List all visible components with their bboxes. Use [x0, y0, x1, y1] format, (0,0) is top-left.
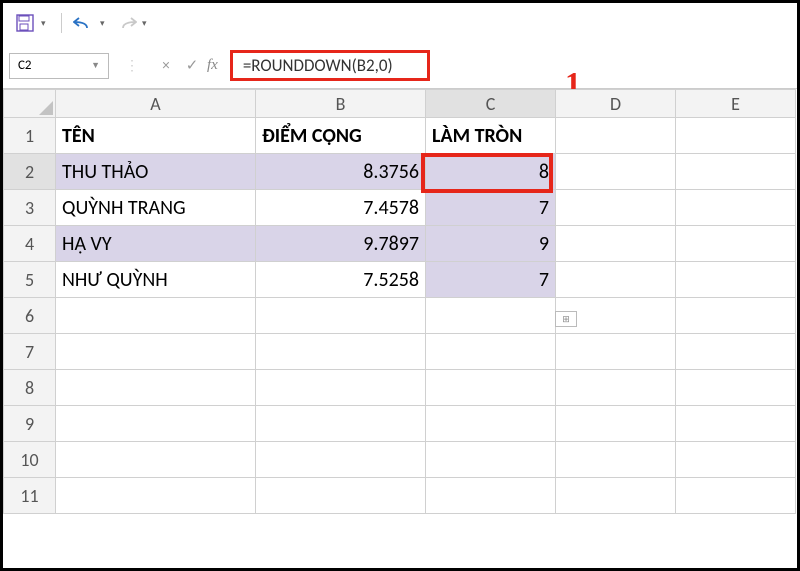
cell-E7[interactable]: [676, 334, 796, 370]
cell-D11[interactable]: [556, 478, 676, 514]
row-header-4[interactable]: 4: [4, 226, 56, 262]
cancel-icon[interactable]: ×: [155, 57, 177, 75]
chevron-down-icon[interactable]: ▾: [41, 18, 51, 29]
cell-C11[interactable]: [426, 478, 556, 514]
cell-C5[interactable]: 7: [426, 262, 556, 298]
cell-C6[interactable]: [426, 298, 556, 334]
autofill-options-icon[interactable]: ⊞: [555, 311, 577, 327]
cell-B2[interactable]: 8.3756: [256, 154, 426, 190]
separator: [61, 13, 62, 33]
cell-C2[interactable]: 8: [426, 154, 556, 190]
chevron-down-icon[interactable]: ▾: [142, 18, 152, 29]
cell-B3[interactable]: 7.4578: [256, 190, 426, 226]
chevron-down-icon[interactable]: ▾: [100, 18, 110, 29]
cell-D5[interactable]: [556, 262, 676, 298]
undo-icon[interactable]: [72, 11, 96, 35]
cell-A10[interactable]: [56, 442, 256, 478]
cell-C1[interactable]: LÀM TRÒN: [426, 118, 556, 154]
cell-E11[interactable]: [676, 478, 796, 514]
cell-C10[interactable]: [426, 442, 556, 478]
confirm-icon[interactable]: ✓: [181, 56, 203, 75]
row-header-7[interactable]: 7: [4, 334, 56, 370]
cell-C3[interactable]: 7: [426, 190, 556, 226]
cell-A11[interactable]: [56, 478, 256, 514]
cell-A3[interactable]: QUỲNH TRANG: [56, 190, 256, 226]
cell-B7[interactable]: [256, 334, 426, 370]
row-header-11[interactable]: 11: [4, 478, 56, 514]
formula-bar: C2 ▼ ⋮ × ✓ fx =ROUNDDOWN(B2,0): [3, 43, 797, 89]
row-header-2[interactable]: 2: [4, 154, 56, 190]
cell-E8[interactable]: [676, 370, 796, 406]
cell-A1[interactable]: TÊN: [56, 118, 256, 154]
cell-E10[interactable]: [676, 442, 796, 478]
cell-B8[interactable]: [256, 370, 426, 406]
cell-C8[interactable]: [426, 370, 556, 406]
redo-icon[interactable]: [114, 11, 138, 35]
row-header-8[interactable]: 8: [4, 370, 56, 406]
col-header-D[interactable]: D: [556, 90, 676, 118]
chevron-down-icon[interactable]: ▼: [91, 60, 100, 71]
row-header-3[interactable]: 3: [4, 190, 56, 226]
name-box[interactable]: C2 ▼: [9, 53, 109, 79]
cell-A4[interactable]: HẠ VY: [56, 226, 256, 262]
cell-D2[interactable]: [556, 154, 676, 190]
cell-A8[interactable]: [56, 370, 256, 406]
separator: ⋮: [125, 57, 139, 74]
cell-D9[interactable]: [556, 406, 676, 442]
spreadsheet-grid[interactable]: A B C D E 1 TÊN ĐIỂM CỘNG LÀM TRÒN 2 THU…: [3, 89, 797, 514]
grid-table: A B C D E 1 TÊN ĐIỂM CỘNG LÀM TRÒN 2 THU…: [3, 89, 796, 514]
col-header-A[interactable]: A: [56, 90, 256, 118]
col-header-C[interactable]: C: [426, 90, 556, 118]
quick-access-toolbar: ▾ ▾ ▾: [3, 3, 797, 43]
cell-B1[interactable]: ĐIỂM CỘNG: [256, 118, 426, 154]
cell-B11[interactable]: [256, 478, 426, 514]
cell-A7[interactable]: [56, 334, 256, 370]
col-header-B[interactable]: B: [256, 90, 426, 118]
cell-B10[interactable]: [256, 442, 426, 478]
cell-D8[interactable]: [556, 370, 676, 406]
row-header-5[interactable]: 5: [4, 262, 56, 298]
fx-label[interactable]: fx: [207, 57, 218, 74]
formula-input[interactable]: =ROUNDDOWN(B2,0): [230, 50, 430, 81]
cell-A2[interactable]: THU THẢO: [56, 154, 256, 190]
cell-B6[interactable]: [256, 298, 426, 334]
col-header-E[interactable]: E: [676, 90, 796, 118]
row-header-1[interactable]: 1: [4, 118, 56, 154]
cell-E6[interactable]: [676, 298, 796, 334]
row-header-10[interactable]: 10: [4, 442, 56, 478]
save-icon[interactable]: [13, 11, 37, 35]
cell-C7[interactable]: [426, 334, 556, 370]
cell-D7[interactable]: [556, 334, 676, 370]
cell-C9[interactable]: [426, 406, 556, 442]
cell-E3[interactable]: [676, 190, 796, 226]
cell-E4[interactable]: [676, 226, 796, 262]
cell-D4[interactable]: [556, 226, 676, 262]
cell-C4[interactable]: 9: [426, 226, 556, 262]
cell-A5[interactable]: NHƯ QUỲNH: [56, 262, 256, 298]
cell-E1[interactable]: [676, 118, 796, 154]
name-box-value: C2: [18, 58, 32, 73]
select-all-corner[interactable]: [4, 90, 56, 118]
cell-D3[interactable]: [556, 190, 676, 226]
cell-B9[interactable]: [256, 406, 426, 442]
cell-B4[interactable]: 9.7897: [256, 226, 426, 262]
cell-E9[interactable]: [676, 406, 796, 442]
cell-D10[interactable]: [556, 442, 676, 478]
cell-D1[interactable]: [556, 118, 676, 154]
cell-B5[interactable]: 7.5258: [256, 262, 426, 298]
row-header-6[interactable]: 6: [4, 298, 56, 334]
cell-E2[interactable]: [676, 154, 796, 190]
cell-A6[interactable]: [56, 298, 256, 334]
row-header-9[interactable]: 9: [4, 406, 56, 442]
cell-E5[interactable]: [676, 262, 796, 298]
cell-A9[interactable]: [56, 406, 256, 442]
